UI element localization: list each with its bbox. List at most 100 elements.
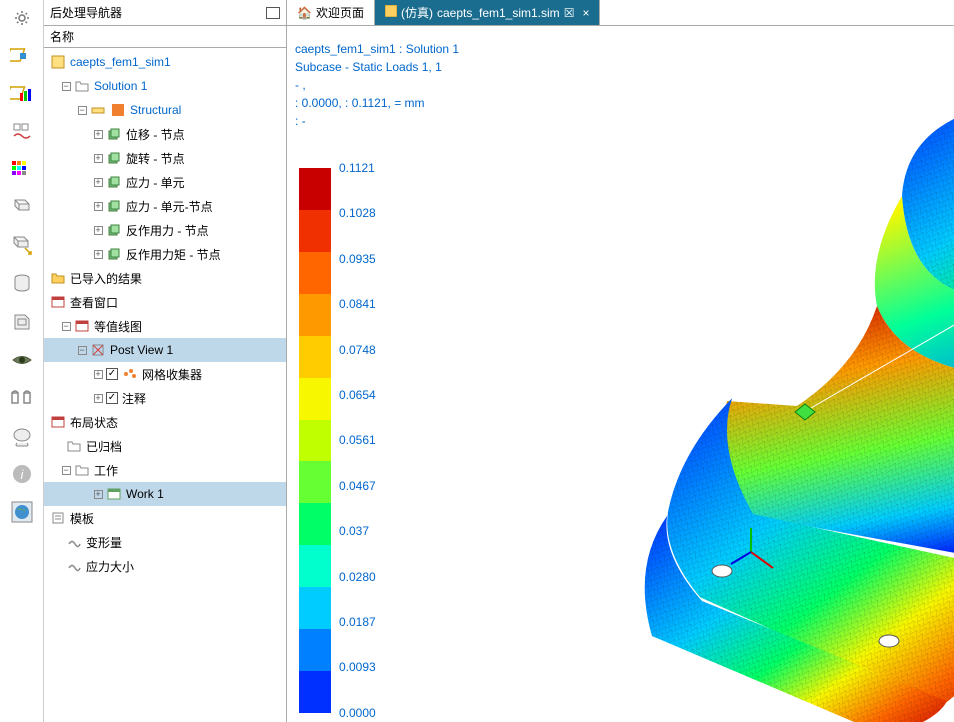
collapse-icon[interactable]: − bbox=[60, 80, 72, 92]
tree-result-disp[interactable]: +位移 - 节点 bbox=[44, 122, 286, 146]
column-name: 名称 bbox=[50, 28, 74, 45]
viewport[interactable]: caepts_fem1_sim1 : Solution 1 Subcase - … bbox=[287, 26, 954, 722]
tree-viewwin[interactable]: 查看窗口 bbox=[44, 290, 286, 314]
pin-icon[interactable] bbox=[266, 7, 280, 19]
expand-icon[interactable]: + bbox=[92, 200, 104, 212]
contour-icon bbox=[74, 318, 90, 334]
nav-icon-3[interactable] bbox=[8, 118, 36, 146]
window-icon bbox=[50, 294, 66, 310]
checkbox-checked[interactable]: ✓ bbox=[106, 392, 118, 404]
tree-result-stress-e[interactable]: +应力 - 单元 bbox=[44, 170, 286, 194]
tree-template[interactable]: 模板 bbox=[44, 506, 286, 530]
legend-seg bbox=[299, 587, 331, 629]
eye-icon[interactable] bbox=[8, 346, 36, 374]
dirty-icon: ☒ bbox=[564, 6, 575, 20]
panel-header: 后处理导航器 bbox=[44, 0, 286, 26]
tree-archived[interactable]: 已归档 bbox=[44, 434, 286, 458]
cube-icon bbox=[106, 174, 122, 190]
sim-icon bbox=[385, 5, 397, 20]
folder-icon bbox=[74, 78, 90, 94]
tree-result-stress-en[interactable]: +应力 - 单元-节点 bbox=[44, 194, 286, 218]
tree-layout[interactable]: 布局状态 bbox=[44, 410, 286, 434]
tree-contour[interactable]: −等值线图 bbox=[44, 314, 286, 338]
legend-seg bbox=[299, 336, 331, 378]
tree-imported[interactable]: 已导入的结果 bbox=[44, 266, 286, 290]
fem-part bbox=[607, 96, 954, 722]
collapse-icon[interactable]: − bbox=[76, 104, 88, 116]
legend-seg bbox=[299, 252, 331, 294]
legend-tick: 0.0748 bbox=[339, 343, 376, 357]
nav-icon-4[interactable] bbox=[8, 156, 36, 184]
tree-meshcoll[interactable]: +✓网格收集器 bbox=[44, 362, 286, 386]
nav-icon-5[interactable] bbox=[8, 194, 36, 222]
result-icon bbox=[110, 102, 126, 118]
nav-icon-2[interactable] bbox=[8, 80, 36, 108]
folder-icon bbox=[74, 462, 90, 478]
globe-icon[interactable] bbox=[8, 498, 36, 526]
legend-seg bbox=[299, 461, 331, 503]
view-triad[interactable] bbox=[729, 524, 779, 574]
expand-icon[interactable]: + bbox=[92, 176, 104, 188]
postview-icon bbox=[90, 342, 106, 358]
legend-tick: 0.1121 bbox=[339, 161, 376, 175]
cube-icon bbox=[106, 150, 122, 166]
nav-icon-8[interactable] bbox=[8, 308, 36, 336]
tree-root[interactable]: caepts_fem1_sim1 bbox=[44, 50, 286, 74]
toolbar-column: i bbox=[0, 0, 44, 722]
legend-tick: 0.0000 bbox=[339, 706, 376, 720]
template-icon bbox=[50, 510, 66, 526]
cube-icon bbox=[106, 222, 122, 238]
legend-seg bbox=[299, 503, 331, 545]
nav-icon-10[interactable] bbox=[8, 422, 36, 450]
checkbox-checked[interactable]: ✓ bbox=[106, 368, 118, 380]
legend-tick: 0.0093 bbox=[339, 660, 376, 674]
tree-stressmag[interactable]: 应力大小 bbox=[44, 554, 286, 578]
legend-tick: 0.0935 bbox=[339, 252, 376, 266]
tree-solution[interactable]: −Solution 1 bbox=[44, 74, 286, 98]
legend-tick: 0.1028 bbox=[339, 206, 376, 220]
work-icon bbox=[106, 486, 122, 502]
column-header[interactable]: 名称 bbox=[44, 26, 286, 48]
tab-welcome[interactable]: 🏠欢迎页面 bbox=[287, 0, 375, 25]
tree-structural[interactable]: −Structural bbox=[44, 98, 286, 122]
legend-bar bbox=[299, 168, 331, 713]
settings-icon[interactable] bbox=[8, 4, 36, 32]
legend-seg bbox=[299, 545, 331, 587]
tree-annot[interactable]: +✓注释 bbox=[44, 386, 286, 410]
tab-sim[interactable]: (仿真) caepts_fem1_sim1.sim ☒ × bbox=[375, 0, 601, 25]
tree-work1[interactable]: +Work 1 bbox=[44, 482, 286, 506]
tree-result-react[interactable]: +反作用力 - 节点 bbox=[44, 218, 286, 242]
nav-icon-6[interactable] bbox=[8, 232, 36, 260]
expand-icon[interactable]: + bbox=[92, 392, 104, 404]
navigator-panel: 后处理导航器 名称 caepts_fem1_sim1 −Solution 1 −… bbox=[44, 0, 287, 722]
layout-icon bbox=[50, 414, 66, 430]
cube-icon bbox=[106, 198, 122, 214]
tree-result-rot[interactable]: +旋转 - 节点 bbox=[44, 146, 286, 170]
tree-postview[interactable]: −Post View 1 bbox=[44, 338, 286, 362]
panel-title: 后处理导航器 bbox=[50, 4, 266, 21]
expand-icon[interactable]: + bbox=[92, 224, 104, 236]
collapse-icon[interactable]: − bbox=[60, 320, 72, 332]
expand-icon[interactable]: + bbox=[92, 368, 104, 380]
info-icon[interactable]: i bbox=[8, 460, 36, 488]
expand-icon[interactable]: + bbox=[92, 248, 104, 260]
expand-icon[interactable]: + bbox=[92, 128, 104, 140]
legend-tick: 0.037 bbox=[339, 524, 376, 538]
legend-ticks: 0.11210.10280.09350.08410.07480.06540.05… bbox=[339, 161, 376, 720]
ruler-icon bbox=[90, 102, 106, 118]
nav-icon-1[interactable] bbox=[8, 42, 36, 70]
tree-result-react-m[interactable]: +反作用力矩 - 节点 bbox=[44, 242, 286, 266]
tree-deform[interactable]: 变形量 bbox=[44, 530, 286, 554]
tree-work[interactable]: −工作 bbox=[44, 458, 286, 482]
tree: caepts_fem1_sim1 −Solution 1 −Structural… bbox=[44, 48, 286, 722]
legend-tick: 0.0187 bbox=[339, 615, 376, 629]
collapse-icon[interactable]: − bbox=[60, 464, 72, 476]
close-icon[interactable]: × bbox=[582, 6, 589, 20]
nav-icon-9[interactable] bbox=[8, 384, 36, 412]
legend-seg bbox=[299, 168, 331, 210]
nav-icon-7[interactable] bbox=[8, 270, 36, 298]
expand-icon[interactable]: + bbox=[92, 152, 104, 164]
folder-icon bbox=[66, 438, 82, 454]
collapse-icon[interactable]: − bbox=[76, 344, 88, 356]
expand-icon[interactable]: + bbox=[92, 488, 104, 500]
